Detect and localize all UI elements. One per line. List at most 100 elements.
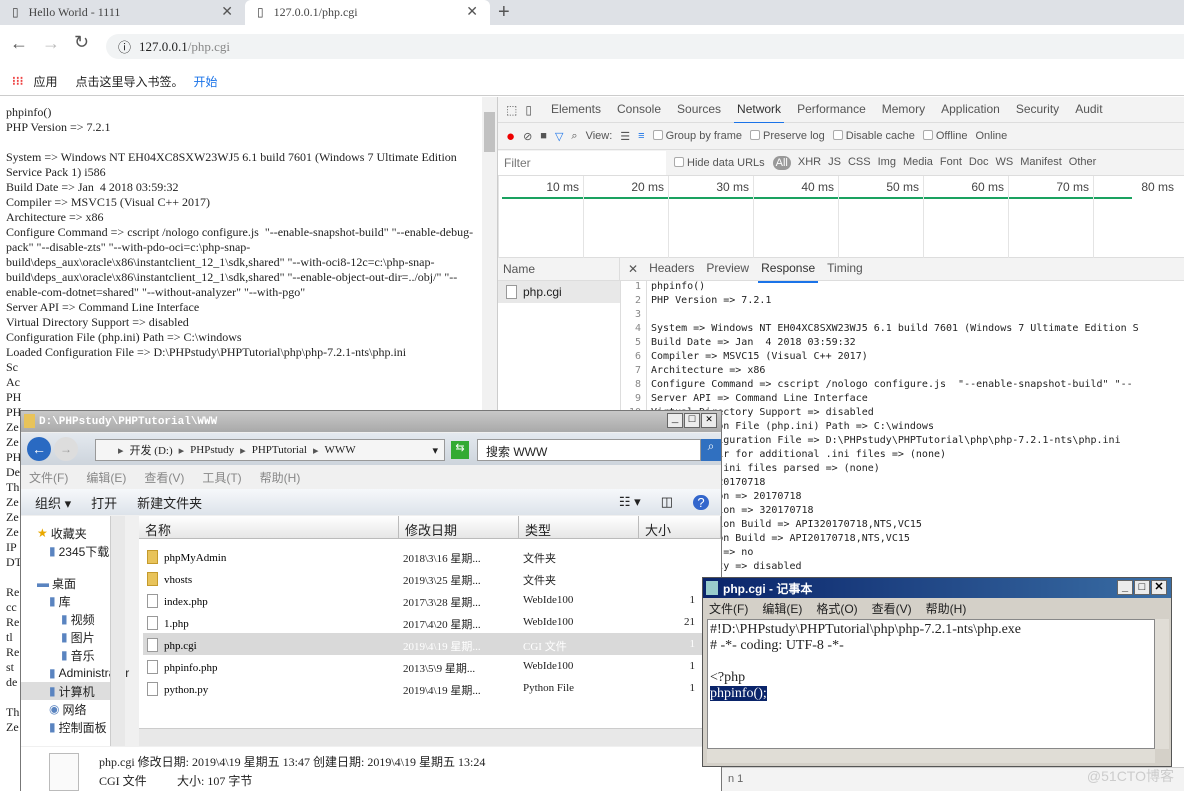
list-scrollbar[interactable] xyxy=(139,728,721,746)
forward-button[interactable]: → xyxy=(54,437,78,461)
file-row[interactable]: phpinfo.php 2013\5\9 星期... WebIde100 1 xyxy=(143,655,721,677)
nav-item[interactable]: ▮ 视频 xyxy=(21,610,110,628)
back-icon[interactable]: ← xyxy=(10,33,28,54)
menu-item[interactable]: 工具(T) xyxy=(202,469,241,486)
help-icon[interactable]: ? xyxy=(693,494,709,510)
timeline-overview[interactable]: 10 ms 20 ms 30 ms 40 ms 50 ms 60 ms 70 ms 80 ms xyxy=(498,176,1184,258)
file-row[interactable]: python.py 2019\4\19 星期... Python File 1 xyxy=(143,677,721,699)
nav-scrollbar[interactable] xyxy=(110,516,125,746)
tab-headers[interactable]: Headers xyxy=(646,255,697,283)
tab-sources[interactable]: Sources xyxy=(674,96,724,124)
breadcrumb-item[interactable]: 开发 (D:) xyxy=(130,442,173,458)
waterfall-icon[interactable]: ≡ xyxy=(638,130,644,142)
type-filter-xhr[interactable]: XHR xyxy=(798,156,821,170)
file-row[interactable]: phpMyAdmin 2018\3\16 星期... 文件夹 xyxy=(143,545,721,567)
nav-item[interactable]: ▮ Administrator xyxy=(21,664,129,682)
new-tab-button[interactable]: + xyxy=(498,1,510,24)
record-icon[interactable]: ● xyxy=(506,128,515,145)
column-header[interactable]: 大小 xyxy=(639,516,721,539)
preview-pane-icon[interactable]: ◫ xyxy=(661,494,673,510)
clear-icon[interactable]: ⊘ xyxy=(523,130,532,143)
breadcrumb[interactable]: ▸ 开发 (D:) ▸ PHPstudy ▸ PHPTutorial ▸ WWW ▾ xyxy=(95,439,445,461)
nav-item[interactable]: ▮ 库 xyxy=(21,592,110,610)
file-row[interactable]: php.cgi 2019\4\19 星期... CGI 文件 1 xyxy=(143,633,721,655)
inspect-icon[interactable]: ⬚ xyxy=(506,103,517,117)
close-button[interactable]: ✕ xyxy=(1151,580,1167,595)
close-button[interactable]: ✕ xyxy=(701,413,717,428)
type-filter-doc[interactable]: Doc xyxy=(969,156,989,170)
close-tab-icon[interactable]: ✕ xyxy=(221,4,233,21)
nav-item[interactable]: ▬ 桌面 xyxy=(21,574,110,592)
minimize-button[interactable]: _ xyxy=(667,413,683,428)
menu-item[interactable]: 格式(O) xyxy=(816,600,857,617)
breadcrumb-item[interactable]: PHPstudy xyxy=(190,444,234,456)
breadcrumb-item[interactable]: PHPTutorial xyxy=(252,444,307,456)
menu-item[interactable]: 文件(F) xyxy=(29,469,68,486)
toolbar-button[interactable]: 组织 ▾ xyxy=(35,493,71,512)
tab-preview[interactable]: Preview xyxy=(703,255,752,283)
tab-console[interactable]: Console xyxy=(614,96,664,124)
menu-item[interactable]: 编辑(E) xyxy=(86,469,126,486)
disable-cache-checkbox[interactable]: Disable cache xyxy=(832,130,915,142)
nav-item[interactable]: ▮ 音乐 xyxy=(21,646,110,664)
file-row[interactable]: index.php 2017\3\28 星期... WebIde100 1 xyxy=(143,589,721,611)
column-header[interactable]: 修改日期 xyxy=(399,516,519,539)
search-input[interactable]: 搜索 WWW xyxy=(477,439,701,461)
screenshot-icon[interactable]: ■ xyxy=(540,130,547,142)
minimize-button[interactable]: _ xyxy=(1117,580,1133,595)
forward-icon[interactable]: → xyxy=(42,33,60,54)
menu-item[interactable]: 查看(V) xyxy=(872,600,912,617)
reload-icon[interactable]: ↻ xyxy=(74,32,89,53)
tab-security[interactable]: Security xyxy=(1013,96,1062,124)
type-filter-all[interactable]: All xyxy=(772,155,791,170)
tab-network[interactable]: Network xyxy=(734,96,785,124)
nav-item[interactable]: ▮ 计算机 xyxy=(21,682,110,700)
tab-php-cgi[interactable]: ▯ 127.0.0.1/php.cgi ✕ xyxy=(245,0,490,25)
filter-icon[interactable]: ▽ xyxy=(555,130,563,143)
tab-elements[interactable]: Elements xyxy=(548,96,604,124)
tab-memory[interactable]: Memory xyxy=(879,96,928,124)
close-panel-icon[interactable]: ✕ xyxy=(628,262,638,276)
maximize-button[interactable]: □ xyxy=(1134,580,1150,595)
hide-data-urls-checkbox[interactable]: Hide data URLs xyxy=(674,156,765,169)
close-tab-icon[interactable]: ✕ xyxy=(466,4,478,21)
nav-item[interactable]: ▮ 2345下载 xyxy=(21,542,110,560)
chevron-down-icon[interactable]: ▾ xyxy=(432,444,438,457)
notepad-hscroll[interactable] xyxy=(707,749,1155,763)
type-filter-img[interactable]: Img xyxy=(878,156,896,170)
type-filter-css[interactable]: CSS xyxy=(848,156,871,170)
notepad-text-area[interactable]: #!D:\PHPstudy\PHPTutorial\php\php-7.2.1-… xyxy=(707,619,1155,749)
nav-item[interactable]: ◉ 网络 xyxy=(21,700,110,718)
throttle-select[interactable]: Online xyxy=(975,130,1007,142)
tab-performance[interactable]: Performance xyxy=(794,96,869,124)
tab-application[interactable]: Application xyxy=(938,96,1003,124)
maximize-button[interactable]: □ xyxy=(684,413,700,428)
filter-input[interactable] xyxy=(498,150,666,175)
request-row[interactable]: php.cgi xyxy=(498,281,620,303)
type-filter-js[interactable]: JS xyxy=(828,156,841,170)
menu-item[interactable]: 文件(F) xyxy=(709,600,748,617)
type-filter-other[interactable]: Other xyxy=(1069,156,1097,170)
menu-item[interactable]: 帮助(H) xyxy=(260,469,301,486)
type-filter-font[interactable]: Font xyxy=(940,156,962,170)
nav-item[interactable]: ★ 收藏夹 xyxy=(21,524,110,542)
type-filter-manifest[interactable]: Manifest xyxy=(1020,156,1062,170)
list-view-icon[interactable]: ☰ xyxy=(620,130,630,143)
nav-item[interactable]: ▮ 图片 xyxy=(21,628,110,646)
start-link[interactable]: 开始 xyxy=(193,73,217,90)
nav-item[interactable]: ▮ 控制面板 xyxy=(21,718,110,736)
notepad-title-bar[interactable]: php.cgi - 记事本 _ □ ✕ xyxy=(703,578,1171,598)
tab-timing[interactable]: Timing xyxy=(824,255,866,283)
tab-hello-world[interactable]: ▯ Hello World - 1111 ✕ xyxy=(0,0,245,25)
view-icon[interactable]: ☷ ▾ xyxy=(619,494,641,510)
apps-link[interactable]: 应用 xyxy=(33,73,57,90)
column-header[interactable]: 类型 xyxy=(519,516,639,539)
file-row[interactable]: 1.php 2017\4\20 星期... WebIde100 21 xyxy=(143,611,721,633)
type-filter-media[interactable]: Media xyxy=(903,156,933,170)
name-column-header[interactable]: Name xyxy=(498,257,620,281)
address-bar[interactable]: ⓘ 127.0.0.1/php.cgi xyxy=(106,34,1184,59)
toolbar-button[interactable]: 新建文件夹 xyxy=(137,493,202,512)
search-icon[interactable]: ⌕ xyxy=(571,130,577,143)
notepad-vscroll[interactable] xyxy=(1155,619,1169,749)
type-filter-ws[interactable]: WS xyxy=(995,156,1013,170)
